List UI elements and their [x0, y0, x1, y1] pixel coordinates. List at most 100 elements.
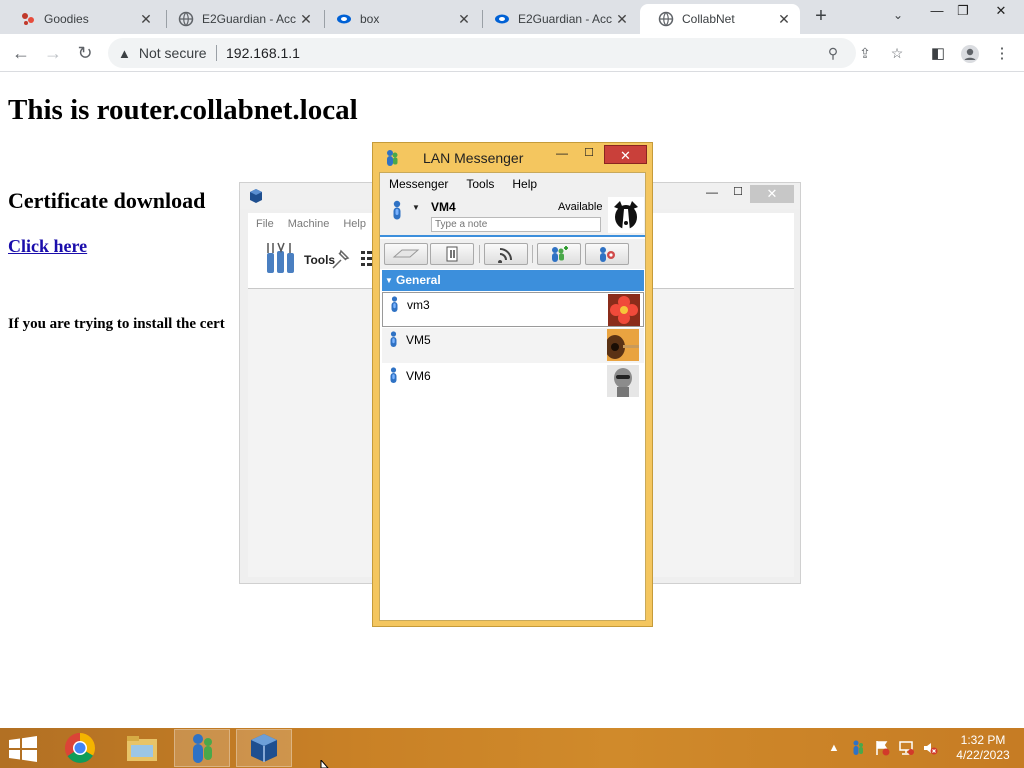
- contact-item-vm6[interactable]: VM6: [382, 364, 644, 399]
- security-indicator[interactable]: ▲ Not secure: [118, 38, 207, 68]
- action-center-flag-icon[interactable]: [874, 740, 890, 756]
- taskbar-virtualbox[interactable]: [236, 729, 292, 767]
- taskbar: ▲ 1:32 PM 4/22/2023: [0, 728, 1024, 768]
- user-online-icon: [388, 367, 399, 383]
- rss-icon: [498, 248, 512, 263]
- group-settings-icon: [600, 247, 615, 262]
- guitar-avatar-icon: [605, 329, 639, 361]
- tab-e2guardian-1[interactable]: E2Guardian - Acc ✕: [160, 4, 322, 34]
- chrome-icon: [65, 733, 96, 763]
- contact-name: vm3: [407, 298, 430, 312]
- minimize-button[interactable]: —: [702, 185, 722, 205]
- address-bar[interactable]: ▲ Not secure 192.168.1.1 ⚲ ⇪ ☆: [108, 38, 903, 68]
- maximize-button[interactable]: ☐: [728, 185, 748, 205]
- kebab-menu-icon[interactable]: ⋮: [992, 44, 1012, 64]
- forward-button[interactable]: →: [42, 43, 64, 63]
- menu-messenger[interactable]: Messenger: [380, 177, 457, 191]
- tab-title: CollabNet: [682, 12, 735, 26]
- add-user-icon: [552, 246, 568, 262]
- note-input[interactable]: [431, 217, 601, 232]
- certificate-download-link[interactable]: Click here: [8, 236, 87, 257]
- menu-tools[interactable]: Tools: [457, 177, 503, 191]
- close-icon[interactable]: ✕: [614, 11, 630, 27]
- chevron-down-icon[interactable]: ▼: [412, 203, 420, 212]
- messenger-body: Messenger Tools Help ▼ VM4 Available Typ…: [379, 172, 646, 621]
- menu-help[interactable]: Help: [503, 177, 546, 191]
- user-online-icon: [388, 331, 399, 347]
- bookmark-star-icon[interactable]: ☆: [888, 44, 906, 62]
- new-tab-button[interactable]: +: [810, 6, 832, 28]
- reload-button[interactable]: ↻: [74, 43, 96, 63]
- tools-icon[interactable]: [264, 241, 298, 277]
- availability-status[interactable]: Available: [558, 201, 602, 213]
- status-icon[interactable]: [390, 200, 404, 220]
- search-icon[interactable]: ⚲: [824, 44, 842, 62]
- profile-icon[interactable]: [960, 44, 980, 64]
- taskbar-file-explorer[interactable]: [114, 729, 170, 767]
- tab-box[interactable]: box ✕: [318, 4, 480, 34]
- group-header-general[interactable]: ▼ General: [382, 270, 644, 291]
- taskbar-chrome[interactable]: [52, 729, 108, 767]
- menu-help[interactable]: Help: [343, 218, 366, 230]
- close-button[interactable]: ✕: [604, 145, 647, 164]
- tab-collabnet[interactable]: CollabNet ✕: [640, 4, 800, 34]
- close-window-button[interactable]: ✕: [986, 0, 1016, 22]
- transfers-button[interactable]: [430, 243, 474, 265]
- menu-file[interactable]: File: [256, 218, 274, 230]
- section-heading: Certificate download: [8, 188, 206, 213]
- toolbar-separator: [532, 245, 533, 263]
- taskbar-lan-messenger[interactable]: [174, 729, 230, 767]
- lan-messenger-icon: [383, 149, 399, 167]
- security-label: Not secure: [138, 45, 207, 61]
- restore-button[interactable]: ❐: [948, 0, 978, 22]
- show-hidden-icons-icon[interactable]: ▲: [826, 740, 842, 756]
- minimize-button[interactable]: —: [551, 146, 573, 166]
- box-icon: [494, 11, 510, 27]
- virtualbox-icon: [251, 734, 277, 762]
- feed-button[interactable]: [484, 243, 528, 265]
- tab-strip: Goodies ✕ E2Guardian - Acc ✕ box ✕ E2Gua…: [0, 0, 1024, 34]
- back-button[interactable]: ←: [10, 43, 32, 63]
- contact-name: VM5: [406, 333, 431, 347]
- network-icon[interactable]: [898, 740, 914, 756]
- windows-start-icon[interactable]: [8, 736, 38, 762]
- messenger-toolbar: [380, 239, 645, 269]
- close-button[interactable]: ✕: [750, 185, 794, 203]
- maximize-button[interactable]: ☐: [578, 146, 600, 166]
- close-icon[interactable]: ✕: [456, 11, 472, 27]
- expand-triangle-icon: ▼: [385, 276, 393, 285]
- url-text[interactable]: 192.168.1.1: [226, 38, 300, 68]
- globe-icon: [178, 11, 194, 27]
- settings-button[interactable]: [585, 243, 629, 265]
- warning-icon: ▲: [118, 45, 131, 61]
- tab-title: E2Guardian - Acc: [202, 12, 297, 26]
- clock[interactable]: 1:32 PM 4/22/2023: [948, 733, 1018, 763]
- tab-goodies[interactable]: Goodies ✕: [2, 4, 162, 34]
- contact-item-vm3[interactable]: vm3: [382, 292, 644, 327]
- close-icon[interactable]: ✕: [776, 11, 792, 27]
- close-icon[interactable]: ✕: [138, 11, 154, 27]
- close-icon[interactable]: ✕: [298, 11, 314, 27]
- broadcast-button[interactable]: [384, 243, 428, 265]
- divider: [216, 45, 217, 61]
- chevron-down-icon[interactable]: ⌄: [888, 8, 908, 26]
- volume-muted-icon[interactable]: [922, 740, 938, 756]
- pin-icon[interactable]: [330, 247, 352, 271]
- lan-messenger-window[interactable]: LAN Messenger — ☐ ✕ Messenger Tools Help…: [372, 142, 653, 627]
- browser-toolbar: ← → ↻ ▲ Not secure 192.168.1.1 ⚲ ⇪ ☆ ◧ ⋮: [0, 34, 1024, 72]
- share-icon[interactable]: ⇪: [856, 44, 874, 62]
- window-title: LAN Messenger: [423, 150, 524, 166]
- system-tray: ▲: [826, 728, 946, 768]
- menu-machine[interactable]: Machine: [288, 218, 330, 230]
- clock-time: 1:32 PM: [960, 733, 1006, 747]
- goodies-icon: [20, 11, 36, 27]
- add-contact-button[interactable]: [537, 243, 581, 265]
- window-titlebar[interactable]: LAN Messenger — ☐ ✕: [373, 143, 652, 171]
- menu-bar: Messenger Tools Help: [380, 173, 645, 195]
- contact-item-vm5[interactable]: VM5: [382, 328, 644, 363]
- lan-messenger-tray-icon[interactable]: [850, 740, 866, 756]
- tab-e2guardian-2[interactable]: E2Guardian - Acc ✕: [476, 4, 638, 34]
- side-panel-icon[interactable]: ◧: [928, 44, 948, 64]
- avatar[interactable]: [608, 197, 644, 233]
- clock-date: 4/22/2023: [956, 748, 1010, 762]
